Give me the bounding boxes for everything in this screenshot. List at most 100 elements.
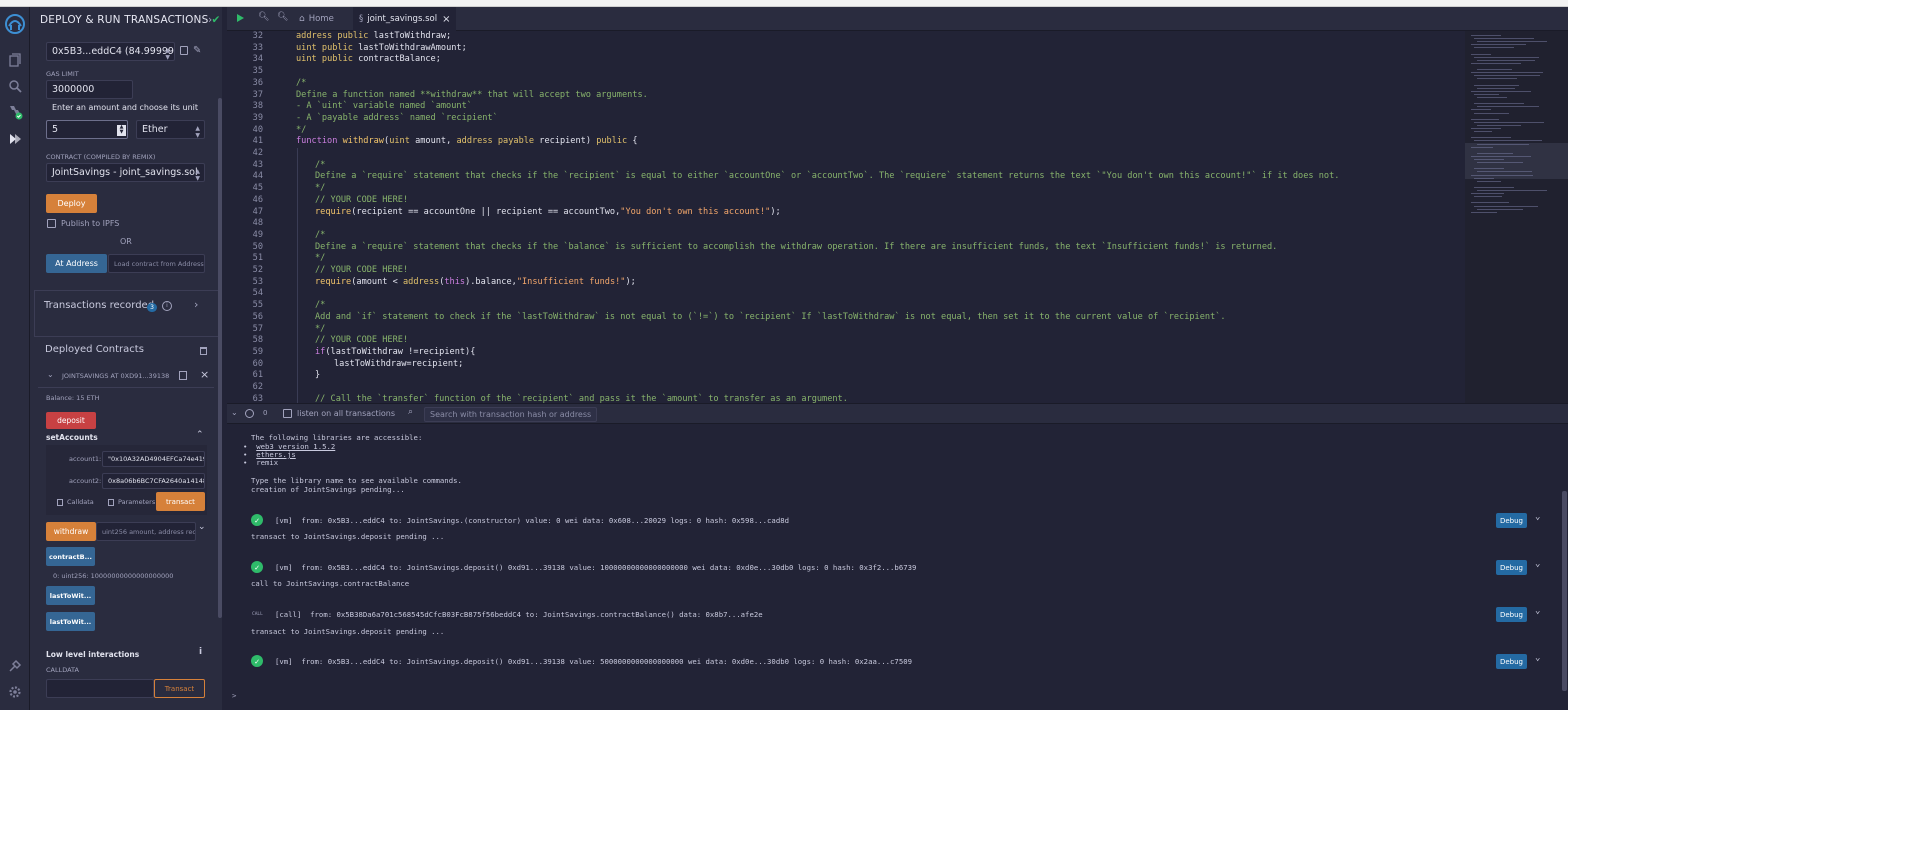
chevron-down-icon[interactable]: ⌄	[198, 522, 206, 532]
minimap-line	[1471, 90, 1531, 92]
minimap-line	[1471, 44, 1526, 46]
chevron-down-icon[interactable]: ⌄	[1535, 653, 1540, 663]
withdraw-button[interactable]: withdraw	[46, 522, 96, 541]
run-icon[interactable]	[237, 14, 244, 22]
copy-icon[interactable]	[180, 46, 188, 55]
code-token: "Insufficient funds!"	[516, 276, 626, 287]
chevron-up-icon[interactable]: ⌃	[196, 430, 204, 440]
chevron-right-icon[interactable]: ›	[194, 298, 198, 311]
last-to-withdraw-button[interactable]: lastToWit...	[46, 586, 95, 605]
at-address-button[interactable]: At Address	[46, 254, 107, 273]
listen-checkbox[interactable]	[283, 409, 292, 418]
deploy-button[interactable]: Deploy	[46, 194, 97, 213]
deploy-run-icon[interactable]	[7, 131, 23, 147]
gas-limit-input[interactable]: 3000000	[46, 80, 133, 99]
terminal-scrollbar[interactable]	[1562, 491, 1567, 691]
plugin-manager-icon[interactable]	[7, 658, 23, 674]
tx-log-3[interactable]: [call] from: 0x5B38Da6a701c568545dCfcB03…	[275, 610, 763, 619]
editor-minimap[interactable]	[1465, 31, 1568, 403]
transact-button[interactable]: transact	[156, 492, 205, 511]
line-number: 44	[252, 171, 263, 182]
code-token: (amount <	[351, 276, 403, 287]
tx-log-4[interactable]: [vm] from: 0x5B3...eddC4 to: JointSaving…	[275, 657, 912, 666]
minimap-line	[1471, 137, 1511, 139]
chevron-down-icon[interactable]: ⌄	[1535, 606, 1540, 616]
toggle-terminal-icon[interactable]: ⌄	[231, 408, 238, 417]
calldata-copy-label[interactable]: Calldata	[67, 498, 94, 506]
close-icon[interactable]: ×	[200, 368, 209, 381]
terminal[interactable]: The following libraries are accessible: …	[227, 425, 1568, 710]
code-token: amount,	[409, 136, 457, 147]
zoom-out-icon[interactable]: 🔍︎	[258, 12, 269, 22]
debug-button[interactable]: Debug	[1496, 513, 1527, 528]
contract-select[interactable]: JointSavings - joint_savings.sol ▲ ▼	[46, 163, 205, 182]
code-line: }	[315, 370, 320, 380]
calldata-input[interactable]	[46, 679, 154, 698]
edit-icon[interactable]: ✎	[193, 45, 201, 56]
low-level-transact-button[interactable]: Transact	[154, 679, 205, 698]
account-select[interactable]: 0x5B3...eddC4 (84.999999 ▲ ▼	[46, 42, 175, 61]
minimap-line	[1477, 106, 1539, 108]
pending-deposit: transact to JointSavings.deposit pending…	[251, 627, 445, 636]
load-address-input[interactable]: Load contract from Address	[108, 254, 205, 273]
chevron-down-icon[interactable]: ⌄	[47, 370, 54, 379]
tab-home[interactable]: ⌂ Home	[293, 7, 340, 31]
withdraw-params-input[interactable]: uint256 amount, address recipi	[96, 522, 196, 541]
code-line: // YOUR CODE HERE!	[315, 335, 408, 345]
tab-joint-savings[interactable]: § joint_savings.sol ×	[353, 7, 457, 31]
clear-console-icon[interactable]	[245, 409, 254, 418]
chevron-down-icon[interactable]: ⌄	[1535, 512, 1540, 522]
panel-scrollbar[interactable]	[218, 98, 222, 618]
chevron-right-icon[interactable]: ›	[208, 14, 212, 26]
line-number: 36	[252, 77, 263, 88]
file-explorer-icon[interactable]	[7, 52, 23, 68]
close-icon[interactable]: ×	[442, 14, 450, 25]
minimap-line	[1471, 53, 1491, 55]
contract-balance-button[interactable]: contractB...	[46, 547, 95, 566]
info-icon[interactable]: i	[199, 647, 202, 657]
copy-icon[interactable]	[179, 371, 187, 380]
code-token: lastToWithdrawAmount;	[352, 42, 467, 53]
solidity-compiler-icon[interactable]	[7, 104, 23, 120]
minimap-line	[1477, 208, 1523, 210]
account1-input[interactable]: "0x10A32AD4904EFCa74e419f:	[102, 451, 205, 467]
minimap-line	[1474, 112, 1509, 114]
account2-input[interactable]: 0x8a06b6BC7CFA2640a14148F	[102, 473, 205, 489]
code-editor[interactable]: 32 address public lastToWithdraw; 33 uint p…	[227, 31, 1464, 403]
chevron-down-icon[interactable]: ⌄	[1535, 559, 1540, 569]
publish-ipfs-checkbox[interactable]	[47, 219, 56, 228]
trash-icon[interactable]	[200, 347, 207, 355]
last-to-withdraw-amount-button[interactable]: lastToWit...	[46, 612, 95, 631]
line-number: 57	[252, 323, 263, 334]
value-input[interactable]: 5 ▲ ▼	[46, 120, 128, 139]
deposit-button[interactable]: deposit	[46, 412, 96, 429]
copy-parameters-icon[interactable]	[108, 499, 114, 506]
debug-button[interactable]: Debug	[1496, 607, 1527, 622]
minimap-line	[1474, 205, 1538, 207]
tx-log-1[interactable]: [vm] from: 0x5B3...eddC4 to: JointSaving…	[275, 516, 789, 525]
zoom-in-icon[interactable]: 🔍︎	[277, 12, 288, 22]
search-icon[interactable]	[7, 78, 23, 94]
transactions-recorded-label: Transactions recorded	[44, 300, 155, 311]
deployed-instance-header[interactable]: ⌄ JOINTSAVINGS AT 0XD91...39138 ×	[38, 364, 214, 388]
code-line: lastToWithdraw=recipient;	[334, 359, 463, 369]
tx-log-2[interactable]: [vm] from: 0x5B3...eddC4 to: JointSaving…	[275, 563, 916, 572]
terminal-search-input[interactable]: Search with transaction hash or address	[424, 407, 597, 422]
settings-icon[interactable]	[7, 684, 23, 700]
code-token: address	[456, 136, 493, 147]
parameters-copy-label[interactable]: Parameters	[118, 498, 155, 506]
copy-calldata-icon[interactable]	[57, 499, 63, 506]
remix-logo-icon[interactable]	[4, 13, 26, 35]
info-icon[interactable]: i	[162, 301, 172, 311]
code-token: payable	[497, 136, 535, 147]
debug-button[interactable]: Debug	[1496, 560, 1527, 575]
terminal-prompt[interactable]: >	[232, 691, 236, 700]
stepper-icon[interactable]: ▲ ▼	[117, 125, 126, 136]
unit-select[interactable]: Ether ▲ ▼	[136, 120, 205, 139]
select-arrows-icon: ▲ ▼	[195, 168, 200, 182]
transactions-recorded-card[interactable]: Transactions recorded 3 i ›	[34, 290, 221, 337]
line-number: 45	[252, 183, 263, 194]
minimap-viewport[interactable]	[1465, 143, 1568, 179]
code-token: Define a function named **withdraw** tha…	[296, 89, 648, 100]
debug-button[interactable]: Debug	[1496, 654, 1527, 669]
